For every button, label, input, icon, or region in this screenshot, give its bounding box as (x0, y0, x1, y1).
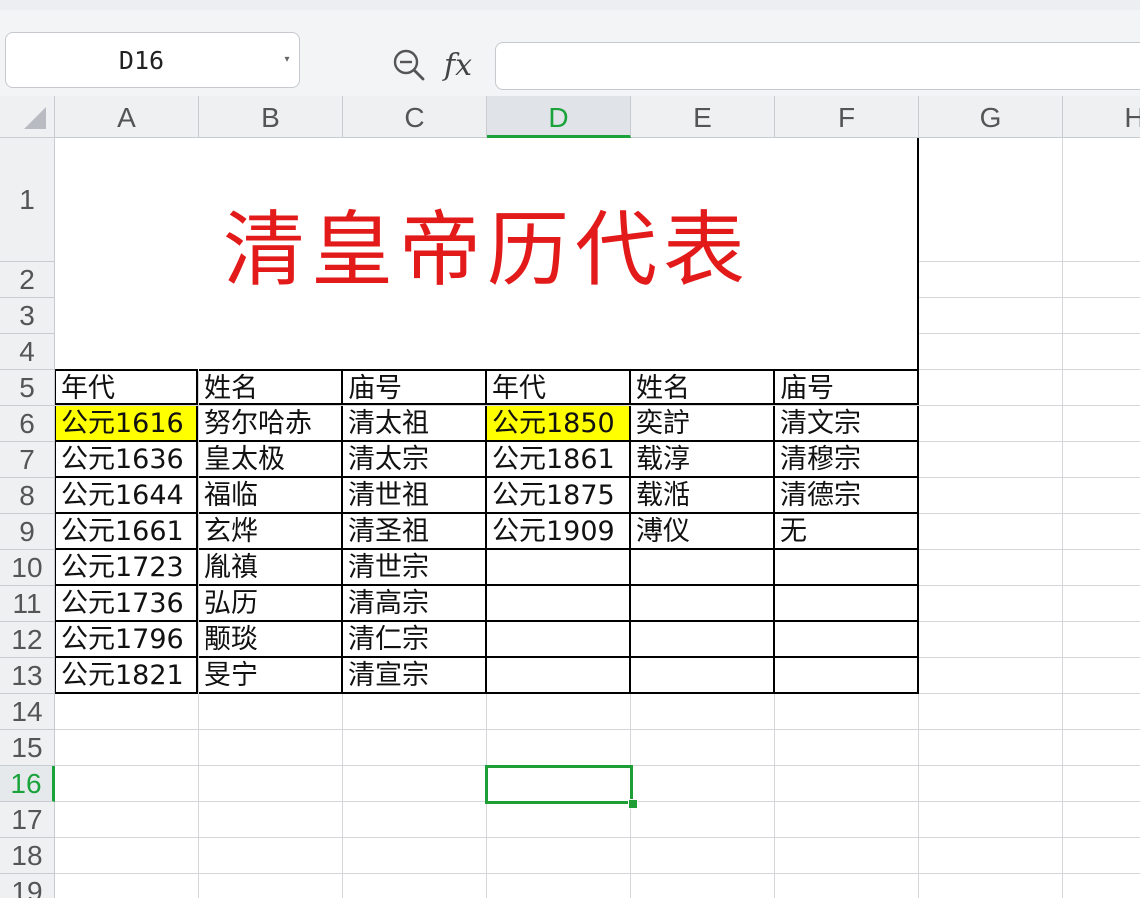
formula-bar: D16 ▾ fx (0, 10, 1140, 96)
row-header-15[interactable]: 15 (0, 730, 55, 766)
table-cell[interactable]: 胤禛 (199, 550, 343, 586)
gridline-horizontal (55, 837, 1140, 838)
fx-icon[interactable]: fx (444, 46, 472, 86)
row-header-1[interactable]: 1 (0, 138, 55, 262)
table-cell[interactable] (487, 622, 631, 658)
table-cell[interactable]: 公元1723 (54, 550, 198, 586)
table-cell[interactable]: 公元1644 (54, 478, 198, 514)
table-cell[interactable]: 玄烨 (199, 514, 343, 550)
gridline-horizontal (55, 729, 1140, 730)
chevron-down-icon[interactable]: ▾ (281, 53, 293, 67)
select-all-corner[interactable] (0, 96, 55, 138)
table-cell[interactable]: 清宣宗 (343, 658, 487, 694)
table-cell[interactable]: 公元1861 (487, 442, 631, 478)
row-header-13[interactable]: 13 (0, 658, 55, 694)
row-header-19[interactable]: 19 (0, 874, 55, 898)
table-cell[interactable] (775, 658, 919, 694)
row-header-8[interactable]: 8 (0, 478, 55, 514)
table-header-cell[interactable]: 庙号 (343, 369, 487, 405)
column-header-a[interactable]: A (55, 96, 199, 138)
spreadsheet-grid[interactable]: 清皇帝历代表 年代 姓名 庙号 年代 姓名 庙号 公元1616 努尔哈赤 清太祖 公元1850 奕詝… (0, 96, 1140, 898)
table-cell[interactable] (775, 550, 919, 586)
active-cell-selection[interactable] (485, 765, 633, 804)
table-cell[interactable]: 奕詝 (631, 406, 775, 442)
table-cell[interactable] (487, 658, 631, 694)
sheet-title: 清皇帝历代表 (222, 203, 751, 298)
fill-handle[interactable] (628, 799, 638, 809)
column-header-h[interactable]: H (1063, 96, 1140, 138)
row-header-16[interactable]: 16 (0, 766, 55, 802)
table-cell[interactable] (631, 658, 775, 694)
table-header-cell[interactable]: 年代 (54, 369, 198, 405)
row-header-5[interactable]: 5 (0, 370, 55, 406)
table-cell[interactable]: 清文宗 (775, 406, 919, 442)
row-header-4[interactable]: 4 (0, 334, 55, 370)
table-cell[interactable]: 清德宗 (775, 478, 919, 514)
table-cell[interactable] (775, 622, 919, 658)
row-header-7[interactable]: 7 (0, 442, 55, 478)
table-cell[interactable]: 公元1821 (54, 658, 198, 694)
table-cell[interactable]: 旻宁 (199, 658, 343, 694)
table-header-cell[interactable]: 庙号 (775, 369, 919, 405)
table-cell[interactable]: 清圣祖 (343, 514, 487, 550)
table-cell[interactable]: 清太宗 (343, 442, 487, 478)
table-cell[interactable]: 清仁宗 (343, 622, 487, 658)
table-header-cell[interactable]: 年代 (487, 369, 631, 405)
column-header-d[interactable]: D (487, 96, 631, 138)
table-cell[interactable]: 公元1796 (54, 622, 198, 658)
table-cell[interactable]: 弘历 (199, 586, 343, 622)
table-cell[interactable]: 颙琰 (199, 622, 343, 658)
table-cell[interactable]: 清太祖 (343, 406, 487, 442)
gridline-vertical (1062, 138, 1063, 898)
zoom-icon[interactable] (392, 48, 426, 82)
column-header-b[interactable]: B (199, 96, 343, 138)
name-box[interactable]: D16 ▾ (5, 32, 300, 88)
name-box-value: D16 (118, 46, 165, 75)
table-cell[interactable]: 公元1661 (54, 514, 198, 550)
table-cell[interactable]: 公元1616 (54, 406, 198, 442)
column-header-c[interactable]: C (343, 96, 487, 138)
column-header-f[interactable]: F (775, 96, 919, 138)
table-header-cell[interactable]: 姓名 (631, 369, 775, 405)
column-header-g[interactable]: G (919, 96, 1063, 138)
select-all-icon (24, 107, 46, 129)
table-cell[interactable]: 福临 (199, 478, 343, 514)
table-cell[interactable]: 公元1850 (487, 406, 631, 442)
table-cell[interactable] (487, 586, 631, 622)
table-cell[interactable]: 载湉 (631, 478, 775, 514)
table-header-cell[interactable]: 姓名 (199, 369, 343, 405)
table-cell[interactable]: 努尔哈赤 (199, 406, 343, 442)
table-cell[interactable]: 公元1875 (487, 478, 631, 514)
table-cell[interactable]: 清世宗 (343, 550, 487, 586)
table-cell[interactable] (631, 622, 775, 658)
table-cell[interactable]: 清世祖 (343, 478, 487, 514)
row-header-3[interactable]: 3 (0, 298, 55, 334)
table-cell[interactable]: 无 (775, 514, 919, 550)
table-cell[interactable]: 载淳 (631, 442, 775, 478)
row-header-18[interactable]: 18 (0, 838, 55, 874)
table-cell[interactable]: 皇太极 (199, 442, 343, 478)
row-header-14[interactable]: 14 (0, 694, 55, 730)
formula-input[interactable] (495, 42, 1140, 90)
gridline-horizontal (55, 873, 1140, 874)
table-cell[interactable] (775, 586, 919, 622)
row-header-17[interactable]: 17 (0, 802, 55, 838)
table-cell[interactable]: 清高宗 (343, 586, 487, 622)
row-header-9[interactable]: 9 (0, 514, 55, 550)
table-cell[interactable]: 公元1736 (54, 586, 198, 622)
table-cell[interactable]: 溥仪 (631, 514, 775, 550)
table-cell[interactable] (631, 586, 775, 622)
row-header-12[interactable]: 12 (0, 622, 55, 658)
table-cell[interactable] (487, 550, 631, 586)
row-header-2[interactable]: 2 (0, 262, 55, 298)
column-header-e[interactable]: E (631, 96, 775, 138)
table-cell[interactable]: 清穆宗 (775, 442, 919, 478)
row-header-6[interactable]: 6 (0, 406, 55, 442)
row-header-10[interactable]: 10 (0, 550, 55, 586)
table-cell[interactable]: 公元1909 (487, 514, 631, 550)
row-header-11[interactable]: 11 (0, 586, 55, 622)
table-cell[interactable]: 公元1636 (54, 442, 198, 478)
table-cell[interactable] (631, 550, 775, 586)
